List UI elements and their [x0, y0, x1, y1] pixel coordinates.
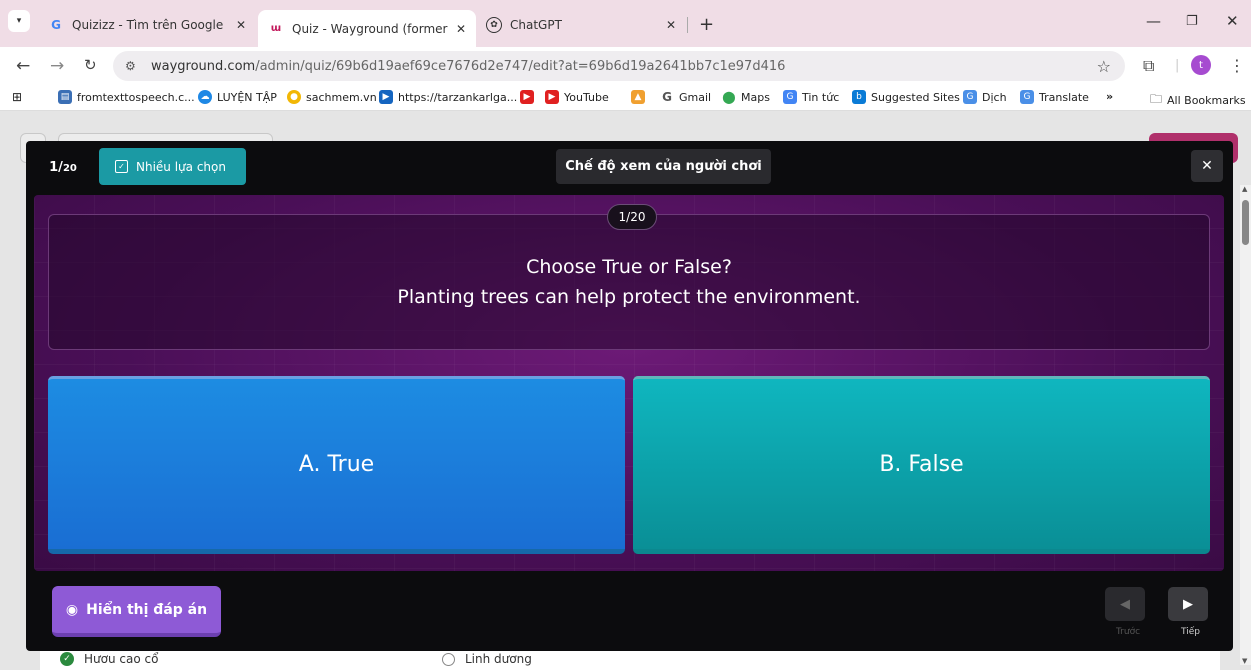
- restore-icon[interactable]: ❐: [1186, 14, 1198, 29]
- question-card: Choose True or False? Planting trees can…: [48, 214, 1210, 350]
- youtube-icon: ▶: [545, 90, 559, 104]
- question-counter: 1/20: [49, 159, 77, 175]
- bookmark-unknown[interactable]: ▲: [631, 90, 650, 104]
- eye-icon: ◉: [65, 601, 79, 618]
- question-type-button[interactable]: ✓ Nhiều lựa chọn: [99, 148, 246, 185]
- site-icon: ▲: [631, 90, 645, 104]
- next-question-button[interactable]: ▶: [1168, 587, 1208, 621]
- player-view-label: Chế độ xem của người chơi: [556, 149, 771, 184]
- extensions-icon[interactable]: ⧉: [1143, 56, 1154, 76]
- more-bookmarks-icon[interactable]: »: [1106, 90, 1113, 103]
- minimize-icon[interactable]: —: [1146, 12, 1161, 30]
- site-settings-icon[interactable]: ⚙: [125, 59, 145, 73]
- option-correct: ✓ Hươu cao cổ: [60, 652, 158, 666]
- youtube-icon: ▶: [520, 90, 534, 104]
- news-icon: G: [783, 90, 797, 104]
- answer-option-b[interactable]: B. False: [633, 376, 1210, 554]
- close-icon[interactable]: ✕: [456, 22, 466, 36]
- bookmark-youtube-1[interactable]: ▶: [520, 90, 539, 104]
- player-preview-modal: 1/20 ✓ Nhiều lựa chọn Chế độ xem của ngư…: [26, 141, 1233, 651]
- bing-icon: b: [852, 90, 866, 104]
- url-host: wayground.com: [151, 58, 256, 74]
- question-instruction: Choose True or False?: [526, 256, 732, 278]
- translate-icon: G: [963, 90, 977, 104]
- tab-search-button[interactable]: ▾: [8, 10, 30, 32]
- bookmark-tin-tuc[interactable]: G Tin tức: [783, 90, 839, 104]
- tab-chatgpt[interactable]: ✿ ChatGPT ✕: [476, 10, 686, 40]
- close-icon[interactable]: ✕: [666, 18, 676, 32]
- scroll-down-icon[interactable]: ▼: [1242, 657, 1247, 665]
- all-bookmarks[interactable]: 🗀 All Bookmarks: [1150, 90, 1246, 111]
- question-stage: Choose True or False? Planting trees can…: [34, 195, 1224, 571]
- chevron-down-icon: ▾: [16, 16, 22, 26]
- answer-option-a[interactable]: A. True: [48, 376, 625, 554]
- google-icon: G: [51, 18, 61, 32]
- check-icon: ✓: [60, 652, 74, 666]
- next-label: Tiếp: [1181, 627, 1200, 637]
- browser-toolbar: ← → ↻ ⚙ wayground.com/admin/quiz/69b6d19…: [0, 47, 1251, 85]
- bookmark-fromtexttospeech[interactable]: ▤ fromtexttospeech.c...: [58, 90, 195, 104]
- arrow-left-icon: ◀: [1120, 596, 1130, 612]
- globe-icon: ●: [287, 90, 301, 104]
- question-number-badge: 1/20: [607, 204, 657, 230]
- tab-divider: [687, 17, 688, 33]
- page-scrollbar[interactable]: ▲ ▼: [1240, 185, 1251, 665]
- profile-avatar[interactable]: t: [1191, 55, 1211, 75]
- menu-kebab-icon[interactable]: ⋮: [1229, 56, 1245, 75]
- tab-wayground-quiz[interactable]: ɯ Quiz - Wayground (formerly Qu ✕: [258, 10, 476, 47]
- tab-google-search[interactable]: G Quizizz - Tìm trên Google ✕: [38, 10, 256, 40]
- wayground-icon: ɯ: [270, 23, 282, 34]
- bookmark-luyen-tap[interactable]: ☁ LUYỆN TẬP: [198, 90, 277, 104]
- close-icon[interactable]: ✕: [236, 18, 246, 32]
- forward-arrow-icon[interactable]: →: [50, 56, 64, 76]
- option-other: Linh dương: [442, 652, 532, 666]
- scroll-up-icon[interactable]: ▲: [1242, 185, 1247, 193]
- translate-icon: G: [1020, 90, 1034, 104]
- bookmark-translate[interactable]: G Translate: [1020, 90, 1089, 104]
- bookmark-tarzankarlga[interactable]: ▶ https://tarzankarlga...: [379, 90, 517, 104]
- url-path: /admin/quiz/69b6d19aef69ce7676d2e747/edi…: [255, 58, 786, 74]
- bookmark-dich[interactable]: G Dịch: [963, 90, 1007, 104]
- google-icon: G: [662, 90, 672, 104]
- question-text: Planting trees can help protect the envi…: [397, 286, 861, 308]
- folder-icon: 🗀: [1150, 92, 1163, 106]
- back-arrow-icon[interactable]: ←: [16, 56, 30, 76]
- browser-tab-strip: ▾ G Quizizz - Tìm trên Google ✕ ɯ Quiz -…: [0, 0, 1251, 47]
- reload-icon[interactable]: ↻: [84, 56, 97, 74]
- previous-label: Trước: [1116, 627, 1141, 637]
- new-tab-button[interactable]: +: [699, 14, 714, 35]
- address-bar[interactable]: ⚙ wayground.com/admin/quiz/69b6d19aef69c…: [113, 51, 1125, 81]
- arrow-right-icon: ▶: [1183, 596, 1193, 612]
- apps-grid-icon[interactable]: ⊞: [12, 90, 22, 104]
- close-window-icon[interactable]: ✕: [1226, 12, 1239, 30]
- toolbar-divider: |: [1175, 58, 1180, 73]
- close-preview-button[interactable]: ✕: [1191, 150, 1223, 182]
- show-answer-button[interactable]: ◉ Hiển thị đáp án: [52, 586, 221, 637]
- bookmark-youtube[interactable]: ▶ YouTube: [545, 90, 609, 104]
- scroll-thumb[interactable]: [1242, 200, 1249, 245]
- bookmarks-bar: ⊞ ▤ fromtexttospeech.c... ☁ LUYỆN TẬP ● sac…: [0, 85, 1251, 111]
- cloud-icon: ☁: [198, 90, 212, 104]
- previous-question-button[interactable]: ◀: [1105, 587, 1145, 621]
- map-pin-icon: ⬤: [722, 90, 736, 104]
- bookmark-star-icon[interactable]: ☆: [1097, 57, 1111, 76]
- site-icon: ▶: [379, 90, 393, 104]
- speech-icon: ▤: [58, 90, 72, 104]
- chatgpt-icon: ✿: [486, 17, 502, 33]
- checkbox-icon: ✓: [115, 160, 128, 173]
- bookmark-gmail[interactable]: G Gmail: [660, 90, 711, 104]
- close-icon: ✕: [1201, 158, 1213, 174]
- radio-icon: [442, 652, 455, 666]
- bookmark-sachmem[interactable]: ● sachmem.vn: [287, 90, 377, 104]
- bookmark-maps[interactable]: ⬤ Maps: [722, 90, 770, 104]
- bookmark-suggested-sites[interactable]: b Suggested Sites: [852, 90, 960, 104]
